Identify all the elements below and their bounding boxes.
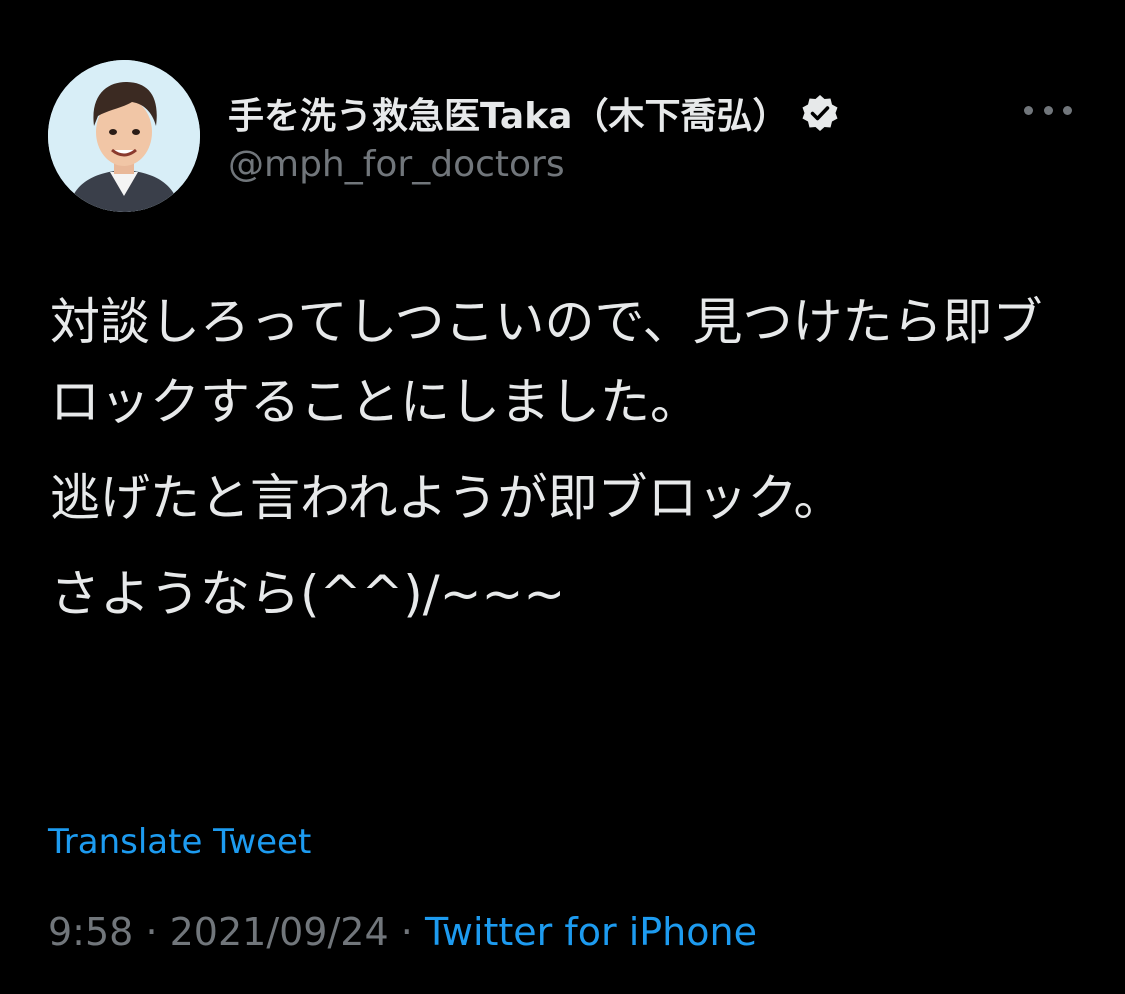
verified-badge-icon [800,93,840,133]
tweet-paragraph: 逃げたと言われようが即ブロック。 [50,469,844,527]
more-dot [1063,105,1072,115]
tweet-text: 対談しろってしつこいので、見つけたら即ブロックすることにしました。 逃げたと言わ… [50,282,1060,650]
meta-separator: · [400,910,413,954]
tweet-paragraph: さようなら(^^)/~~~ [50,565,566,623]
translate-tweet-link[interactable]: Translate Tweet [48,822,311,862]
tweet-detail: 手を洗う救急医Taka（木下喬弘） @mph_for_doctors 対談しろっ… [0,0,1125,994]
more-options-icon[interactable] [1024,92,1072,128]
author-handle[interactable]: @mph_for_doctors [228,144,565,185]
tweet-source-link[interactable]: Twitter for iPhone [425,910,757,954]
more-dot [1043,105,1053,115]
avatar[interactable] [48,60,200,212]
meta-separator: · [145,910,158,954]
tweet-date[interactable]: 2021/09/24 [170,910,389,954]
avatar-illustration-icon [48,60,200,212]
tweet-time[interactable]: 9:58 [48,910,133,954]
more-dot [1024,105,1033,115]
author-name-row[interactable]: 手を洗う救急医Taka（木下喬弘） [228,86,840,140]
tweet-paragraph: 対談しろってしつこいので、見つけたら即ブロックすることにしました。 [50,293,1043,431]
tweet-metadata: 9:58 · 2021/09/24 · Twitter for iPhone [48,910,757,954]
author-display-name[interactable]: 手を洗う救急医Taka（木下喬弘） [228,87,788,139]
